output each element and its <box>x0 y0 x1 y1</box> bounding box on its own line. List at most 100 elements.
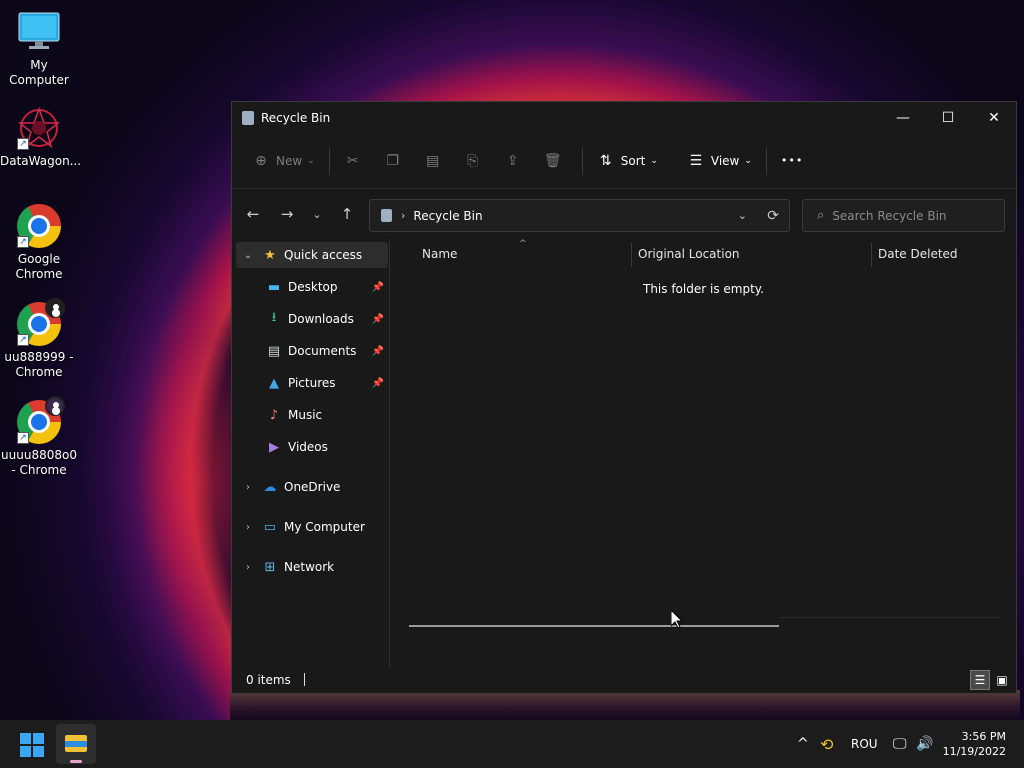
maximize-button[interactable]: ☐ <box>925 102 971 133</box>
sidebar-item-music[interactable]: ♪ Music <box>236 402 388 428</box>
network-status-icon[interactable]: 🖵 <box>893 720 907 768</box>
column-divider[interactable] <box>631 243 632 267</box>
recent-locations-chevron-icon[interactable]: ⌄ <box>302 199 332 229</box>
desktop-icon-my-computer[interactable]: My Computer <box>0 10 78 88</box>
toolbar-divider <box>328 146 330 175</box>
breadcrumb-recycle-bin[interactable]: Recycle Bin <box>413 209 482 223</box>
close-button[interactable]: ✕ <box>971 102 1017 133</box>
up-arrow-icon[interactable]: ↑ <box>332 199 362 229</box>
breadcrumb-chevron-icon[interactable]: › <box>401 209 405 222</box>
sidebar-item-label: OneDrive <box>284 480 341 494</box>
pin-icon: 📌 <box>371 281 384 293</box>
copy-icon: ❐ <box>386 152 400 169</box>
chevron-down-icon[interactable]: ⌄ <box>242 250 254 261</box>
view-button[interactable]: ☰ View ⌄ <box>679 145 760 177</box>
input-language[interactable]: ROU <box>851 720 878 768</box>
empty-folder-message: This folder is empty. <box>643 282 764 296</box>
forward-arrow-icon[interactable]: → <box>272 199 302 229</box>
profile-badge-icon <box>45 396 65 416</box>
sort-icon: ⇅ <box>599 152 612 169</box>
scissors-icon: ✂ <box>346 152 359 169</box>
chevron-right-icon[interactable]: › <box>242 562 254 573</box>
column-divider[interactable] <box>871 243 872 267</box>
music-icon: ♪ <box>269 407 279 423</box>
clock-date: 11/19/2022 <box>942 745 1006 758</box>
large-icons-view-icon[interactable]: ▣ <box>992 670 1012 690</box>
cloud-icon: ☁ <box>263 479 277 495</box>
chevron-right-icon[interactable]: › <box>242 482 254 493</box>
new-button[interactable]: ⊕ New ⌄ <box>244 145 323 177</box>
navigation-bar: ← → ⌄ ↑ › Recycle Bin ⌄ ⟳ ⌕ <box>232 189 1016 239</box>
sidebar-item-desktop[interactable]: ▬ Desktop 📌 <box>236 274 388 300</box>
toolbar-divider <box>765 146 767 175</box>
copy-button[interactable]: ❐ <box>376 145 416 177</box>
sidebar-item-videos[interactable]: ▶ Videos <box>236 434 388 460</box>
command-bar: ⊕ New ⌄ ✂ ❐ ▤ ⎘ ⇪ 🗑 ⇅ Sort ⌄ ☰ View ⌄ ••… <box>232 133 1016 189</box>
plus-circle-icon: ⊕ <box>255 152 267 169</box>
rename-icon: ⎘ <box>467 152 479 169</box>
refresh-icon[interactable]: ⟳ <box>767 208 779 224</box>
back-arrow-icon[interactable]: ← <box>238 199 268 229</box>
sidebar-item-label: Desktop <box>288 280 338 294</box>
more-options-button[interactable]: ••• <box>773 145 811 177</box>
column-header-date-deleted[interactable]: Date Deleted <box>878 247 958 261</box>
desktop-icon-google-chrome[interactable]: ↗ Google Chrome <box>0 204 78 282</box>
taskbar-file-explorer[interactable] <box>56 724 96 764</box>
delete-button[interactable]: 🗑 <box>536 145 576 177</box>
chevron-down-icon: ⌄ <box>650 155 658 166</box>
pin-icon: 📌 <box>371 377 384 389</box>
details-view-icon[interactable]: ☰ <box>970 670 990 690</box>
sidebar-item-downloads[interactable]: ⭳ Downloads 📌 <box>236 306 388 332</box>
star-icon: ★ <box>264 247 276 263</box>
address-dropdown-icon[interactable]: ⌄ <box>738 209 747 222</box>
search-icon: ⌕ <box>817 208 825 223</box>
column-header-name[interactable]: Name <box>422 247 457 261</box>
sidebar-item-label: Videos <box>288 440 328 454</box>
desktop-icon-label: My Computer <box>9 58 69 87</box>
cut-button[interactable]: ✂ <box>336 145 376 177</box>
horizontal-scrollbar[interactable] <box>409 625 779 627</box>
sidebar-item-pictures[interactable]: ▲ Pictures 📌 <box>236 370 388 396</box>
system-clock[interactable]: 3:56 PM 11/19/2022 <box>943 729 1006 759</box>
pin-icon: 📌 <box>371 313 384 325</box>
desktop-icon-chrome-profile-2[interactable]: ↗ uuuu8808o0 - Chrome <box>0 396 78 478</box>
desktop-icon-label: uu888999 - Chrome <box>4 350 74 379</box>
sort-caret-icon: ^ <box>519 239 527 249</box>
videos-icon: ▶ <box>269 439 279 455</box>
sidebar-item-documents[interactable]: ▤ Documents 📌 <box>236 338 388 364</box>
folder-icon <box>65 735 87 752</box>
sidebar-item-onedrive[interactable]: › ☁ OneDrive <box>236 474 388 500</box>
shortcut-arrow-icon: ↗ <box>17 432 29 444</box>
search-box[interactable]: ⌕ <box>802 199 1005 232</box>
navigation-pane: ⌄ ★ Quick access ▬ Desktop 📌 ⭳ Downloads… <box>232 239 390 667</box>
sort-button[interactable]: ⇅ Sort ⌄ <box>589 145 666 177</box>
paste-button[interactable]: ▤ <box>416 145 456 177</box>
search-input[interactable] <box>832 208 983 223</box>
explorer-body: ⌄ ★ Quick access ▬ Desktop 📌 ⭳ Downloads… <box>232 239 1016 667</box>
status-divider <box>303 673 305 686</box>
clock-time: 3:56 PM <box>961 730 1006 743</box>
minimize-button[interactable]: — <box>880 102 926 133</box>
desktop-icon-datawagon[interactable]: ↗ DataWagon... <box>0 106 82 169</box>
tray-overflow-chevron-icon[interactable]: ^ <box>797 720 809 768</box>
address-bar[interactable]: › Recycle Bin ⌄ ⟳ <box>369 199 790 232</box>
recycle-bin-icon <box>381 209 392 222</box>
trash-icon: 🗑 <box>543 152 562 169</box>
windows-start-icon[interactable] <box>20 733 44 757</box>
volume-icon[interactable]: 🔊 <box>916 720 933 768</box>
sync-icon[interactable]: ⟲ <box>820 720 833 768</box>
desktop-icon-chrome-profile-1[interactable]: ↗ uu888999 - Chrome <box>0 298 78 380</box>
title-bar[interactable]: Recycle Bin — ☐ ✕ <box>232 102 1016 133</box>
sidebar-item-my-computer[interactable]: › ▭ My Computer <box>236 514 388 540</box>
sidebar-item-network[interactable]: › ⊞ Network <box>236 554 388 580</box>
desktop-icon-label: Google Chrome <box>15 252 63 281</box>
column-header-original-location[interactable]: Original Location <box>638 247 740 261</box>
sidebar-item-label: Documents <box>288 344 357 358</box>
chevron-down-icon: ⌄ <box>307 155 315 166</box>
rename-button[interactable]: ⎘ <box>456 145 496 177</box>
desktop-icon-label: DataWagon... <box>0 154 82 168</box>
share-button[interactable]: ⇪ <box>496 145 536 177</box>
chevron-right-icon[interactable]: › <box>242 522 254 533</box>
active-app-indicator <box>70 760 82 763</box>
sidebar-item-quick-access[interactable]: ⌄ ★ Quick access <box>236 242 388 268</box>
